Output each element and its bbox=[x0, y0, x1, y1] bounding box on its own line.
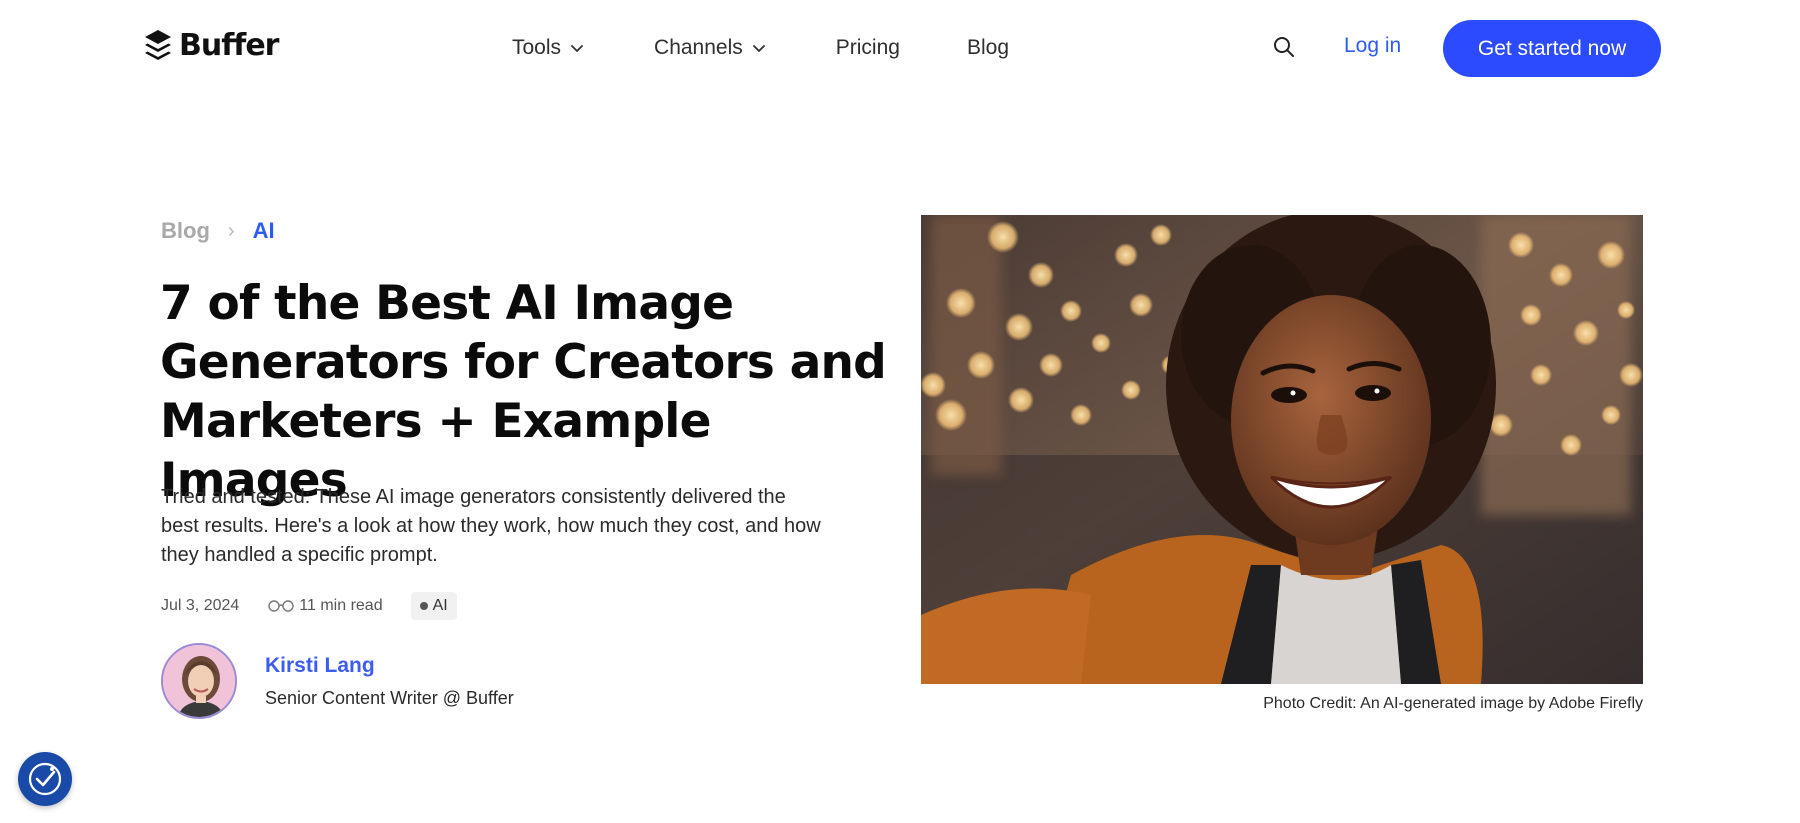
nav-channels-label: Channels bbox=[654, 36, 743, 59]
nav-blog-label: Blog bbox=[966, 36, 1009, 59]
breadcrumb-blog[interactable]: Blog bbox=[161, 218, 210, 244]
breadcrumb-ai[interactable]: AI bbox=[253, 218, 275, 244]
hero-image bbox=[921, 215, 1643, 684]
chevron-down-icon bbox=[571, 45, 583, 52]
nav-blog[interactable]: Blog bbox=[967, 36, 1009, 60]
accessibility-button[interactable] bbox=[18, 752, 72, 806]
buffer-logo[interactable]: Buffer bbox=[143, 28, 279, 64]
breadcrumb-separator: › bbox=[227, 219, 235, 242]
login-link[interactable]: Log in bbox=[1344, 34, 1401, 58]
author-info: Kirsti Lang Senior Content Writer @ Buff… bbox=[265, 654, 514, 709]
chevron-down-icon bbox=[752, 45, 765, 52]
nav-tools-label: Tools bbox=[512, 36, 562, 59]
article-subtitle: Tried and tested: These AI image generat… bbox=[161, 486, 821, 566]
article-meta: Jul 3, 2024 11 min read AI bbox=[161, 592, 457, 620]
read-time-label: 11 min read bbox=[299, 597, 383, 614]
search-icon[interactable] bbox=[1272, 35, 1296, 59]
author-avatar[interactable] bbox=[161, 643, 237, 719]
site-header: Buffer Tools Channels Pricing Blog Log i… bbox=[0, 0, 1800, 96]
buffer-stack-icon bbox=[145, 30, 171, 60]
brand-name: Buffer bbox=[179, 28, 279, 63]
breadcrumb: Blog › AI bbox=[161, 218, 275, 244]
accessibility-check-icon bbox=[28, 762, 62, 796]
article-title: 7 of the Best AI Image Generators for Cr… bbox=[160, 276, 887, 508]
author-block: Kirsti Lang Senior Content Writer @ Buff… bbox=[161, 643, 514, 719]
image-caption: Photo Credit: An AI-generated image by A… bbox=[1263, 695, 1643, 712]
category-tag-label: AI bbox=[432, 597, 448, 614]
category-tag[interactable]: AI bbox=[410, 592, 457, 620]
glasses-icon bbox=[268, 600, 294, 612]
nav-channels[interactable]: Channels bbox=[654, 36, 766, 60]
nav-tools[interactable]: Tools bbox=[512, 36, 584, 60]
nav-pricing[interactable]: Pricing bbox=[836, 36, 900, 60]
read-time: 11 min read bbox=[267, 597, 383, 615]
get-started-button[interactable]: Get started now bbox=[1443, 20, 1661, 77]
nav-pricing-label: Pricing bbox=[835, 36, 900, 59]
main-nav: Tools Channels Pricing Blog bbox=[512, 0, 1009, 96]
tag-dot-icon bbox=[419, 602, 428, 610]
publish-date: Jul 3, 2024 bbox=[161, 597, 240, 614]
author-name[interactable]: Kirsti Lang bbox=[265, 654, 514, 678]
author-portrait bbox=[163, 645, 235, 717]
author-role: Senior Content Writer @ Buffer bbox=[265, 687, 514, 708]
